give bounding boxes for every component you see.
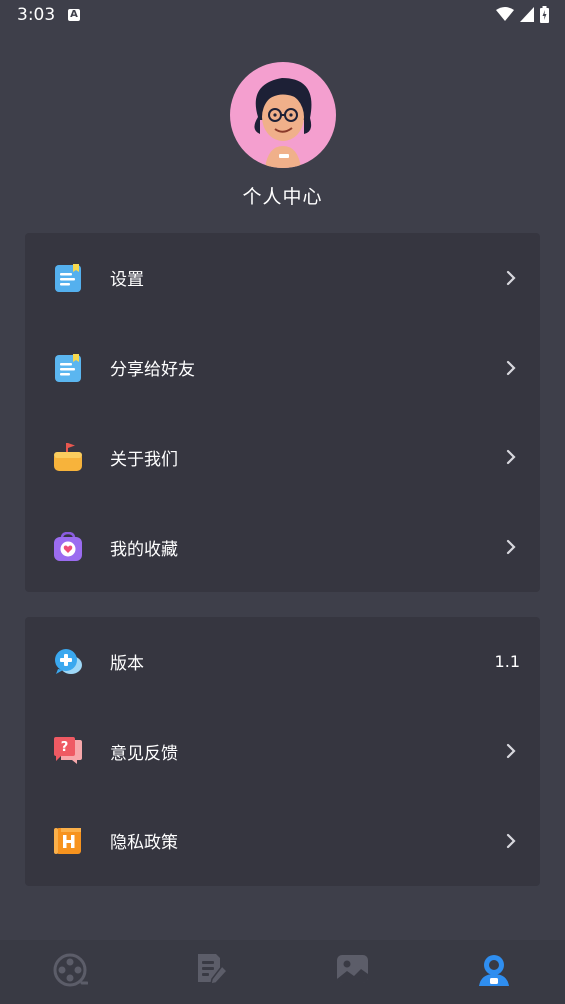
plus-chat-icon (55, 648, 82, 674)
a-icon: A (68, 9, 80, 21)
policy-icon (54, 827, 81, 854)
battery-icon (540, 6, 549, 23)
avatar-illustration (253, 78, 311, 168)
menu-item-favorites[interactable]: 我的收藏 (25, 502, 540, 592)
bottom-nav (0, 940, 565, 1004)
menu-item-version[interactable]: 版本 1.1 (25, 617, 540, 707)
film-reel-icon[interactable] (52, 952, 88, 988)
menu-item-label: 隐私政策 (110, 833, 178, 854)
heart-bag-icon (54, 532, 82, 562)
menu-item-about[interactable]: 关于我们 (25, 413, 540, 503)
menu-item-settings[interactable]: 设置 (25, 233, 540, 323)
image-icon[interactable] (335, 952, 371, 988)
document-icon (55, 263, 81, 292)
signal-icon (520, 7, 534, 22)
menu-item-label: 意见反馈 (110, 743, 178, 764)
chevron-right-icon (506, 540, 516, 555)
question-chat-icon: ? (54, 737, 82, 765)
page-title: 个人中心 (242, 186, 323, 208)
thumbs-up-icon (54, 443, 82, 472)
wifi-icon (496, 7, 514, 21)
profile-header: 个人中心 (0, 62, 565, 209)
menu-item-label: 设置 (110, 270, 144, 291)
document-icon (55, 353, 81, 382)
chevron-right-icon (506, 744, 516, 759)
version-value: 1.1 (494, 652, 520, 672)
svg-text:?: ? (61, 740, 69, 755)
menu-item-privacy[interactable]: 隐私政策 (25, 796, 540, 886)
status-bar: 3:03 A (0, 0, 565, 32)
menu-item-label: 关于我们 (110, 449, 178, 470)
chevron-right-icon (506, 360, 516, 375)
avatar[interactable] (229, 62, 336, 168)
menu-card-main: 设置 分享给好友 关于我们 我的收藏 (25, 233, 540, 592)
menu-item-label: 分享给好友 (110, 360, 195, 381)
menu-card-info: 版本 1.1 ? 意见反馈 隐私政策 (25, 617, 540, 886)
menu-item-share[interactable]: 分享给好友 (25, 323, 540, 413)
chevron-right-icon (506, 833, 516, 849)
profile-icon[interactable] (476, 952, 512, 988)
status-time: 3:03 (17, 5, 56, 25)
edit-document-icon[interactable] (194, 952, 230, 988)
menu-item-label: 版本 (110, 654, 144, 675)
menu-item-label: 我的收藏 (110, 539, 178, 560)
chevron-right-icon (506, 270, 516, 285)
chevron-right-icon (506, 450, 516, 465)
menu-item-feedback[interactable]: ? 意见反馈 (25, 707, 540, 797)
status-icons (496, 6, 549, 23)
